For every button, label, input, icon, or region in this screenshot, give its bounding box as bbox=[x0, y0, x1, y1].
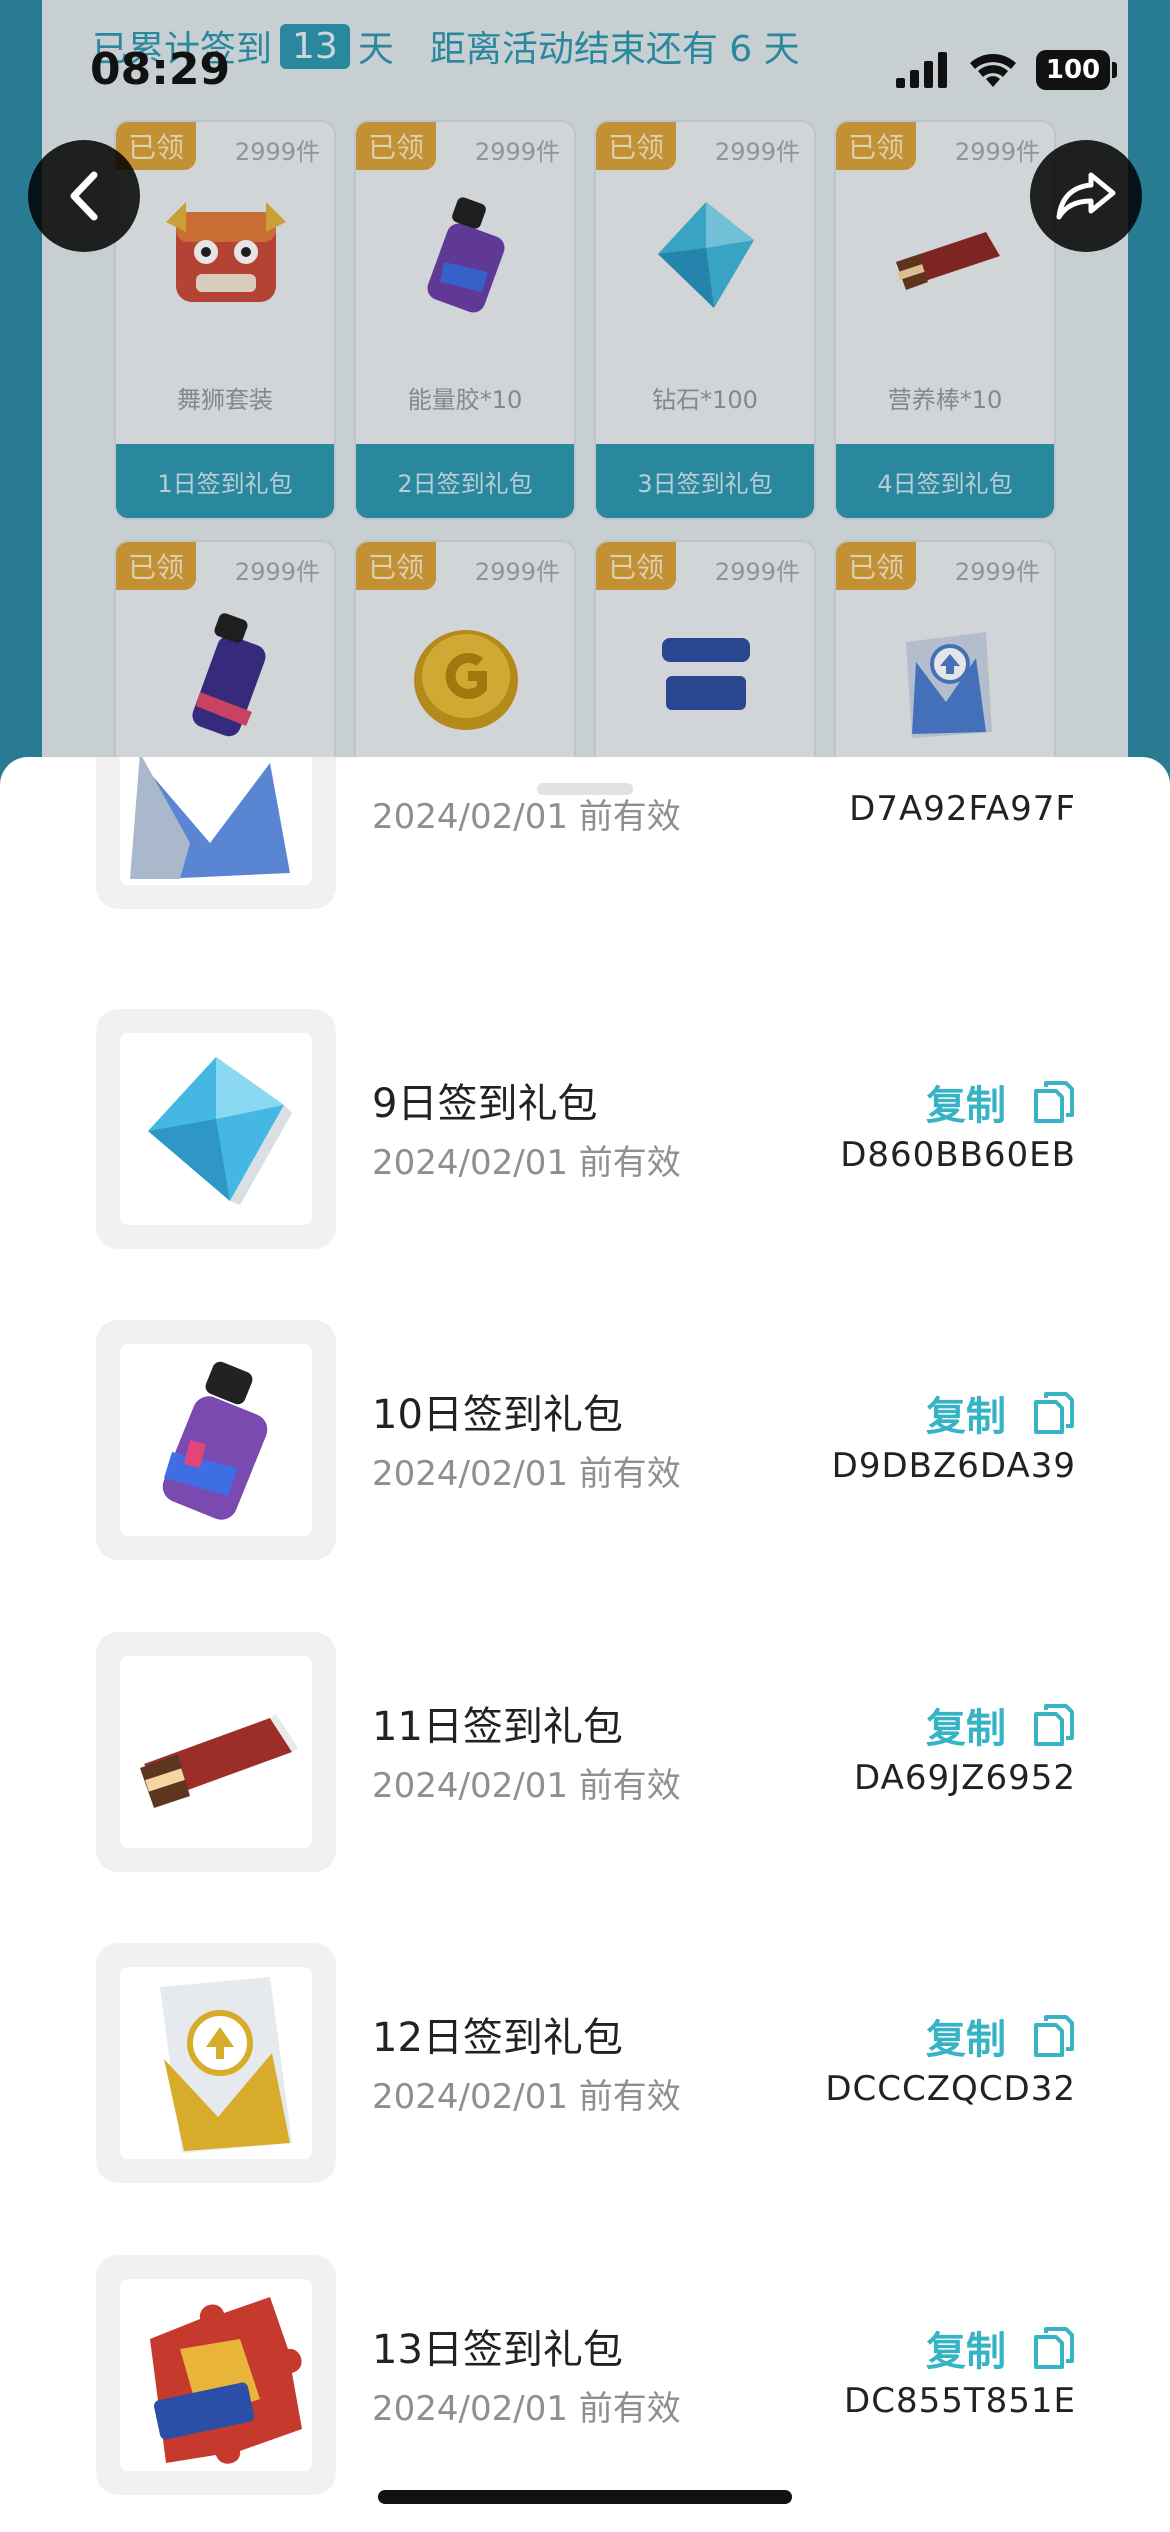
copy-label: 复制 bbox=[926, 1706, 1006, 1752]
expire-date: 2024/02/01 前有效 bbox=[372, 1766, 681, 1806]
home-indicator[interactable] bbox=[378, 2490, 792, 2504]
copy-icon bbox=[1034, 1081, 1074, 1123]
gift-code-item: 11日签到礼包 2024/02/01 前有效 复制 DA69JZ6952 bbox=[96, 1632, 1076, 1872]
gift-code-item: 10日签到礼包 2024/02/01 前有效 复制 D9DBZ6DA39 bbox=[96, 1320, 1076, 1560]
puzzle-piece-icon bbox=[150, 2297, 302, 2464]
energy-gel-icon bbox=[162, 1361, 268, 1520]
gift-code-item-partial: 2024/02/01 前有效 D7A92FA97F bbox=[96, 757, 1076, 909]
expire-date: 2024/02/01 前有效 bbox=[372, 2077, 681, 2117]
expire-date: 2024/02/01 前有效 bbox=[372, 1454, 681, 1494]
back-button[interactable] bbox=[28, 140, 140, 252]
copy-label: 复制 bbox=[926, 2329, 1006, 2375]
copy-button[interactable]: 复制 bbox=[926, 2007, 1076, 2065]
gift-code[interactable]: DC855T851E bbox=[844, 2381, 1076, 2421]
battery-icon: 100 bbox=[1036, 50, 1117, 90]
gift-code[interactable]: D860BB60EB bbox=[840, 1135, 1076, 1175]
copy-icon bbox=[1034, 2327, 1074, 2369]
copy-icon bbox=[1034, 1704, 1074, 1746]
gold-card-icon bbox=[160, 1977, 292, 2153]
expire-date: 2024/02/01 前有效 bbox=[372, 2389, 681, 2429]
battery-level: 100 bbox=[1045, 55, 1101, 85]
gift-code-sheet: 2024/02/01 前有效 D7A92FA97F 9日签到礼包 2024/02… bbox=[0, 757, 1170, 2532]
gift-thumbnail bbox=[96, 1009, 336, 1249]
gift-thumbnail bbox=[96, 757, 336, 909]
copy-button[interactable]: 复制 bbox=[926, 1384, 1076, 1442]
copy-button[interactable]: 复制 bbox=[926, 2319, 1076, 2377]
diamond-icon bbox=[148, 1057, 292, 1205]
gift-title: 9日签到礼包 bbox=[372, 1081, 598, 1127]
status-icons: 100 bbox=[896, 50, 1117, 90]
nutrition-bar-icon bbox=[140, 1714, 298, 1808]
gift-code-item: 9日签到礼包 2024/02/01 前有效 复制 D860BB60EB bbox=[96, 1009, 1076, 1249]
copy-button[interactable]: 复制 bbox=[926, 1073, 1076, 1131]
gift-title: 12日签到礼包 bbox=[372, 2015, 623, 2061]
upgrade-card-icon bbox=[130, 757, 290, 879]
expire-date: 2024/02/01 前有效 bbox=[372, 1143, 681, 1183]
expire-date: 2024/02/01 前有效 bbox=[372, 797, 681, 837]
share-button[interactable] bbox=[1030, 140, 1142, 252]
gift-title: 13日签到礼包 bbox=[372, 2327, 623, 2373]
gift-code-item: 13日签到礼包 2024/02/01 前有效 复制 DC855T851E bbox=[96, 2255, 1076, 2495]
copy-icon bbox=[1034, 1392, 1074, 1434]
gift-thumbnail bbox=[96, 1632, 336, 1872]
gift-code-item: 12日签到礼包 2024/02/01 前有效 复制 DCCCZQCD32 bbox=[96, 1943, 1076, 2183]
copy-icon bbox=[1034, 2015, 1074, 2057]
gift-code[interactable]: DA69JZ6952 bbox=[854, 1758, 1076, 1798]
gift-code[interactable]: DCCCZQCD32 bbox=[825, 2069, 1076, 2109]
copy-label: 复制 bbox=[926, 1394, 1006, 1440]
copy-button[interactable]: 复制 bbox=[926, 1696, 1076, 1754]
gift-thumbnail bbox=[96, 1320, 336, 1560]
signal-icon bbox=[896, 52, 947, 88]
gift-code[interactable]: D9DBZ6DA39 bbox=[832, 1446, 1076, 1486]
gift-title: 10日签到礼包 bbox=[372, 1392, 623, 1438]
chevron-left-icon bbox=[70, 171, 98, 221]
copy-label: 复制 bbox=[926, 2017, 1006, 2063]
wifi-icon bbox=[970, 54, 1016, 87]
share-icon bbox=[1056, 172, 1116, 220]
gift-thumbnail bbox=[96, 1943, 336, 2183]
gift-code[interactable]: D7A92FA97F bbox=[849, 789, 1076, 829]
status-time: 08:29 bbox=[90, 44, 231, 95]
gift-title: 11日签到礼包 bbox=[372, 1704, 623, 1750]
gift-thumbnail bbox=[96, 2255, 336, 2495]
dim-overlay[interactable] bbox=[0, 0, 1170, 800]
copy-label: 复制 bbox=[926, 1083, 1006, 1129]
